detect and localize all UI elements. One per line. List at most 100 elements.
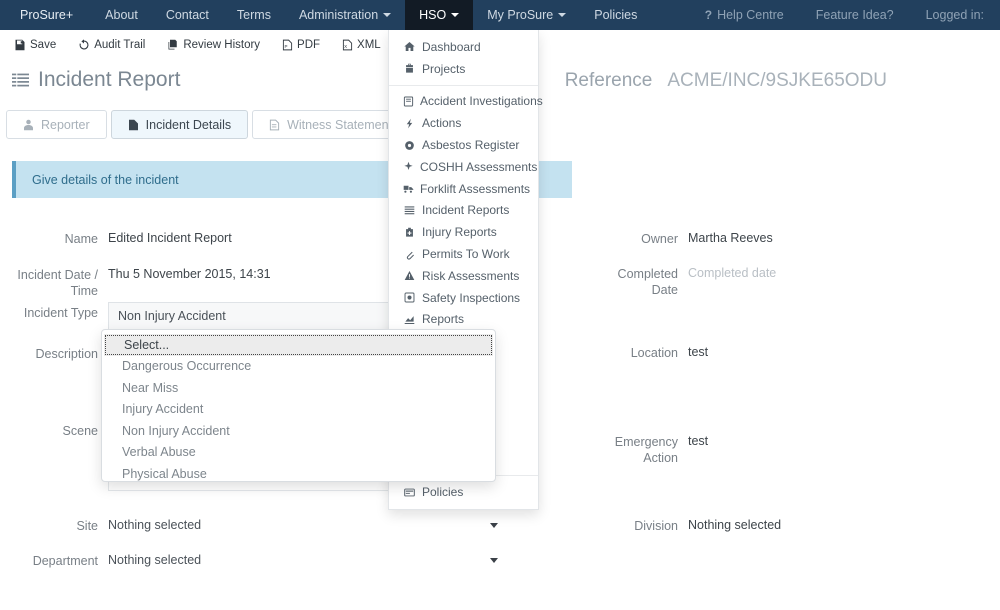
nav-item-administration[interactable]: Administration (285, 0, 405, 30)
audit-trail-label: Audit Trail (94, 39, 146, 51)
hso-menu-item-reports[interactable]: Reports (389, 309, 538, 331)
incident-type-options-list: Select... Dangerous Occurrence Near Miss… (101, 329, 496, 482)
field-value-name[interactable]: Edited Incident Report (108, 228, 232, 247)
field-value-location[interactable]: test (688, 342, 708, 361)
question-mark-icon: ? (704, 8, 713, 22)
save-icon (14, 39, 26, 51)
hso-menu-item-label: Injury Reports (422, 225, 497, 240)
nav-item-logged-in[interactable]: Logged in: (910, 0, 1000, 30)
chevron-down-icon (451, 13, 460, 17)
option-near-miss[interactable]: Near Miss (102, 377, 495, 399)
hso-menu-item-risk-assessments[interactable]: Risk Assessments (389, 265, 538, 287)
field-division-row: Division Nothing selected (590, 515, 781, 534)
chart-icon (403, 314, 416, 325)
hso-menu-item-coshh-assessments[interactable]: COSHH Assessments (389, 156, 538, 178)
menu-divider (389, 84, 538, 86)
nav-item-label: About (105, 8, 138, 22)
field-name-row: Name Edited Incident Report (10, 228, 232, 247)
tab-incident-details[interactable]: Incident Details (110, 110, 249, 139)
reference-label: Reference (564, 70, 653, 91)
hso-menu-item-label: COSHH Assessments (420, 159, 538, 174)
user-icon (23, 119, 34, 131)
paperclip-icon (403, 249, 416, 260)
option-dangerous-occurrence[interactable]: Dangerous Occurrence (102, 356, 495, 378)
field-value-completed-date[interactable]: Completed date (688, 263, 776, 298)
field-label-incident-date: Incident Date / Time (17, 268, 98, 298)
field-value-emergency-action[interactable]: test (688, 431, 708, 466)
nav-item-hso[interactable]: HSO (405, 0, 474, 30)
site-select[interactable]: Nothing selected (108, 515, 498, 532)
option-physical-abuse[interactable]: Physical Abuse (102, 463, 495, 485)
field-incident-date-row: Incident Date / Time Thu 5 November 2015… (10, 264, 271, 299)
notes-icon (269, 119, 280, 131)
field-location-row: Location test (590, 342, 708, 361)
pdf-button[interactable]: P PDF (282, 39, 320, 51)
hso-menu-item-dashboard[interactable]: Dashboard (389, 36, 538, 58)
option-verbal-abuse[interactable]: Verbal Abuse (102, 442, 495, 464)
hso-menu-item-policies[interactable]: Policies (389, 481, 538, 503)
history-icon (78, 39, 90, 51)
option-select-placeholder[interactable]: Select... (104, 334, 493, 356)
svg-text:X: X (344, 44, 347, 49)
hazard-icon (403, 161, 414, 172)
option-non-injury-accident[interactable]: Non Injury Accident (102, 420, 495, 442)
audit-trail-button[interactable]: Audit Trail (78, 39, 145, 51)
field-emergency-action-row: Emergency Action test (590, 431, 708, 466)
page-title: Incident Report (12, 68, 180, 92)
nav-brand-label: ProSure+ (20, 8, 74, 22)
field-site-row: Site Nothing selected (10, 515, 498, 534)
hso-menu-item-label: Actions (422, 116, 462, 131)
field-value-owner[interactable]: Martha Reeves (688, 228, 773, 247)
review-history-button[interactable]: Review History (167, 39, 260, 51)
nav-item-help-centre[interactable]: ? Help Centre (689, 0, 800, 30)
save-label: Save (30, 39, 57, 51)
hso-menu-item-incident-reports[interactable]: Incident Reports (389, 200, 538, 222)
option-injury-accident[interactable]: Injury Accident (102, 399, 495, 421)
hso-menu-item-injury-reports[interactable]: Injury Reports (389, 221, 538, 243)
info-banner-text: Give details of the incident (32, 172, 179, 187)
pdf-file-icon: P (282, 39, 293, 51)
hso-menu-item-label: Dashboard (422, 39, 481, 54)
hso-menu-item-label: Incident Reports (422, 203, 510, 218)
hso-menu-item-label: Asbestos Register (422, 138, 520, 153)
reference-block: Reference ACME/INC/9SJKE65ODU (565, 70, 887, 92)
save-button[interactable]: Save (14, 39, 56, 51)
option-label: Dangerous Occurrence (122, 359, 252, 374)
tab-label: Incident Details (145, 117, 232, 132)
nav-brand-prosure[interactable]: ProSure+ (0, 0, 91, 30)
nav-item-about[interactable]: About (91, 0, 152, 30)
department-select[interactable]: Nothing selected (108, 550, 498, 567)
nav-item-feature-idea[interactable]: Feature Idea? (800, 0, 910, 30)
option-label: Physical Abuse (122, 466, 207, 481)
bolt-icon (403, 118, 416, 129)
option-label: Non Injury Accident (122, 423, 230, 438)
hso-menu-item-forklift-assessments[interactable]: Forklift Assessments (389, 178, 538, 200)
inspection-icon (403, 292, 416, 303)
hso-menu-item-label: Projects (422, 61, 466, 76)
card-icon (403, 487, 416, 498)
nav-item-terms[interactable]: Terms (223, 0, 285, 30)
field-value-division[interactable]: Nothing selected (688, 515, 781, 534)
hso-menu-item-label: Forklift Assessments (420, 181, 531, 196)
medkit-icon (403, 227, 416, 238)
briefcase-icon (403, 63, 416, 74)
tab-label: Witness Statements (287, 117, 399, 132)
hso-menu-item-projects[interactable]: Projects (389, 58, 538, 80)
hso-menu-item-asbestos-register[interactable]: Asbestos Register (389, 134, 538, 156)
option-label: Near Miss (122, 380, 179, 395)
chevron-down-icon (490, 557, 498, 563)
hso-menu-item-actions[interactable]: Actions (389, 112, 538, 134)
tab-reporter[interactable]: Reporter (6, 110, 107, 139)
hso-menu-item-safety-inspections[interactable]: Safety Inspections (389, 287, 538, 309)
hso-menu-item-permits-to-work[interactable]: Permits To Work (389, 243, 538, 265)
top-navigation-bar: ProSure+ About Contact Terms Administrat… (0, 0, 1000, 30)
nav-item-contact[interactable]: Contact (152, 0, 223, 30)
hso-menu-item-accident-investigations[interactable]: Accident Investigations (389, 91, 543, 113)
site-selected-value: Nothing selected (108, 518, 202, 532)
nav-item-my-prosure[interactable]: My ProSure (473, 0, 580, 30)
nav-item-policies[interactable]: Policies (580, 0, 651, 30)
field-value-incident-date[interactable]: Thu 5 November 2015, 14:31 (108, 264, 271, 299)
field-label-location: Location (630, 346, 678, 360)
option-label: Select... (124, 337, 170, 352)
xml-button[interactable]: X XML (342, 39, 381, 51)
